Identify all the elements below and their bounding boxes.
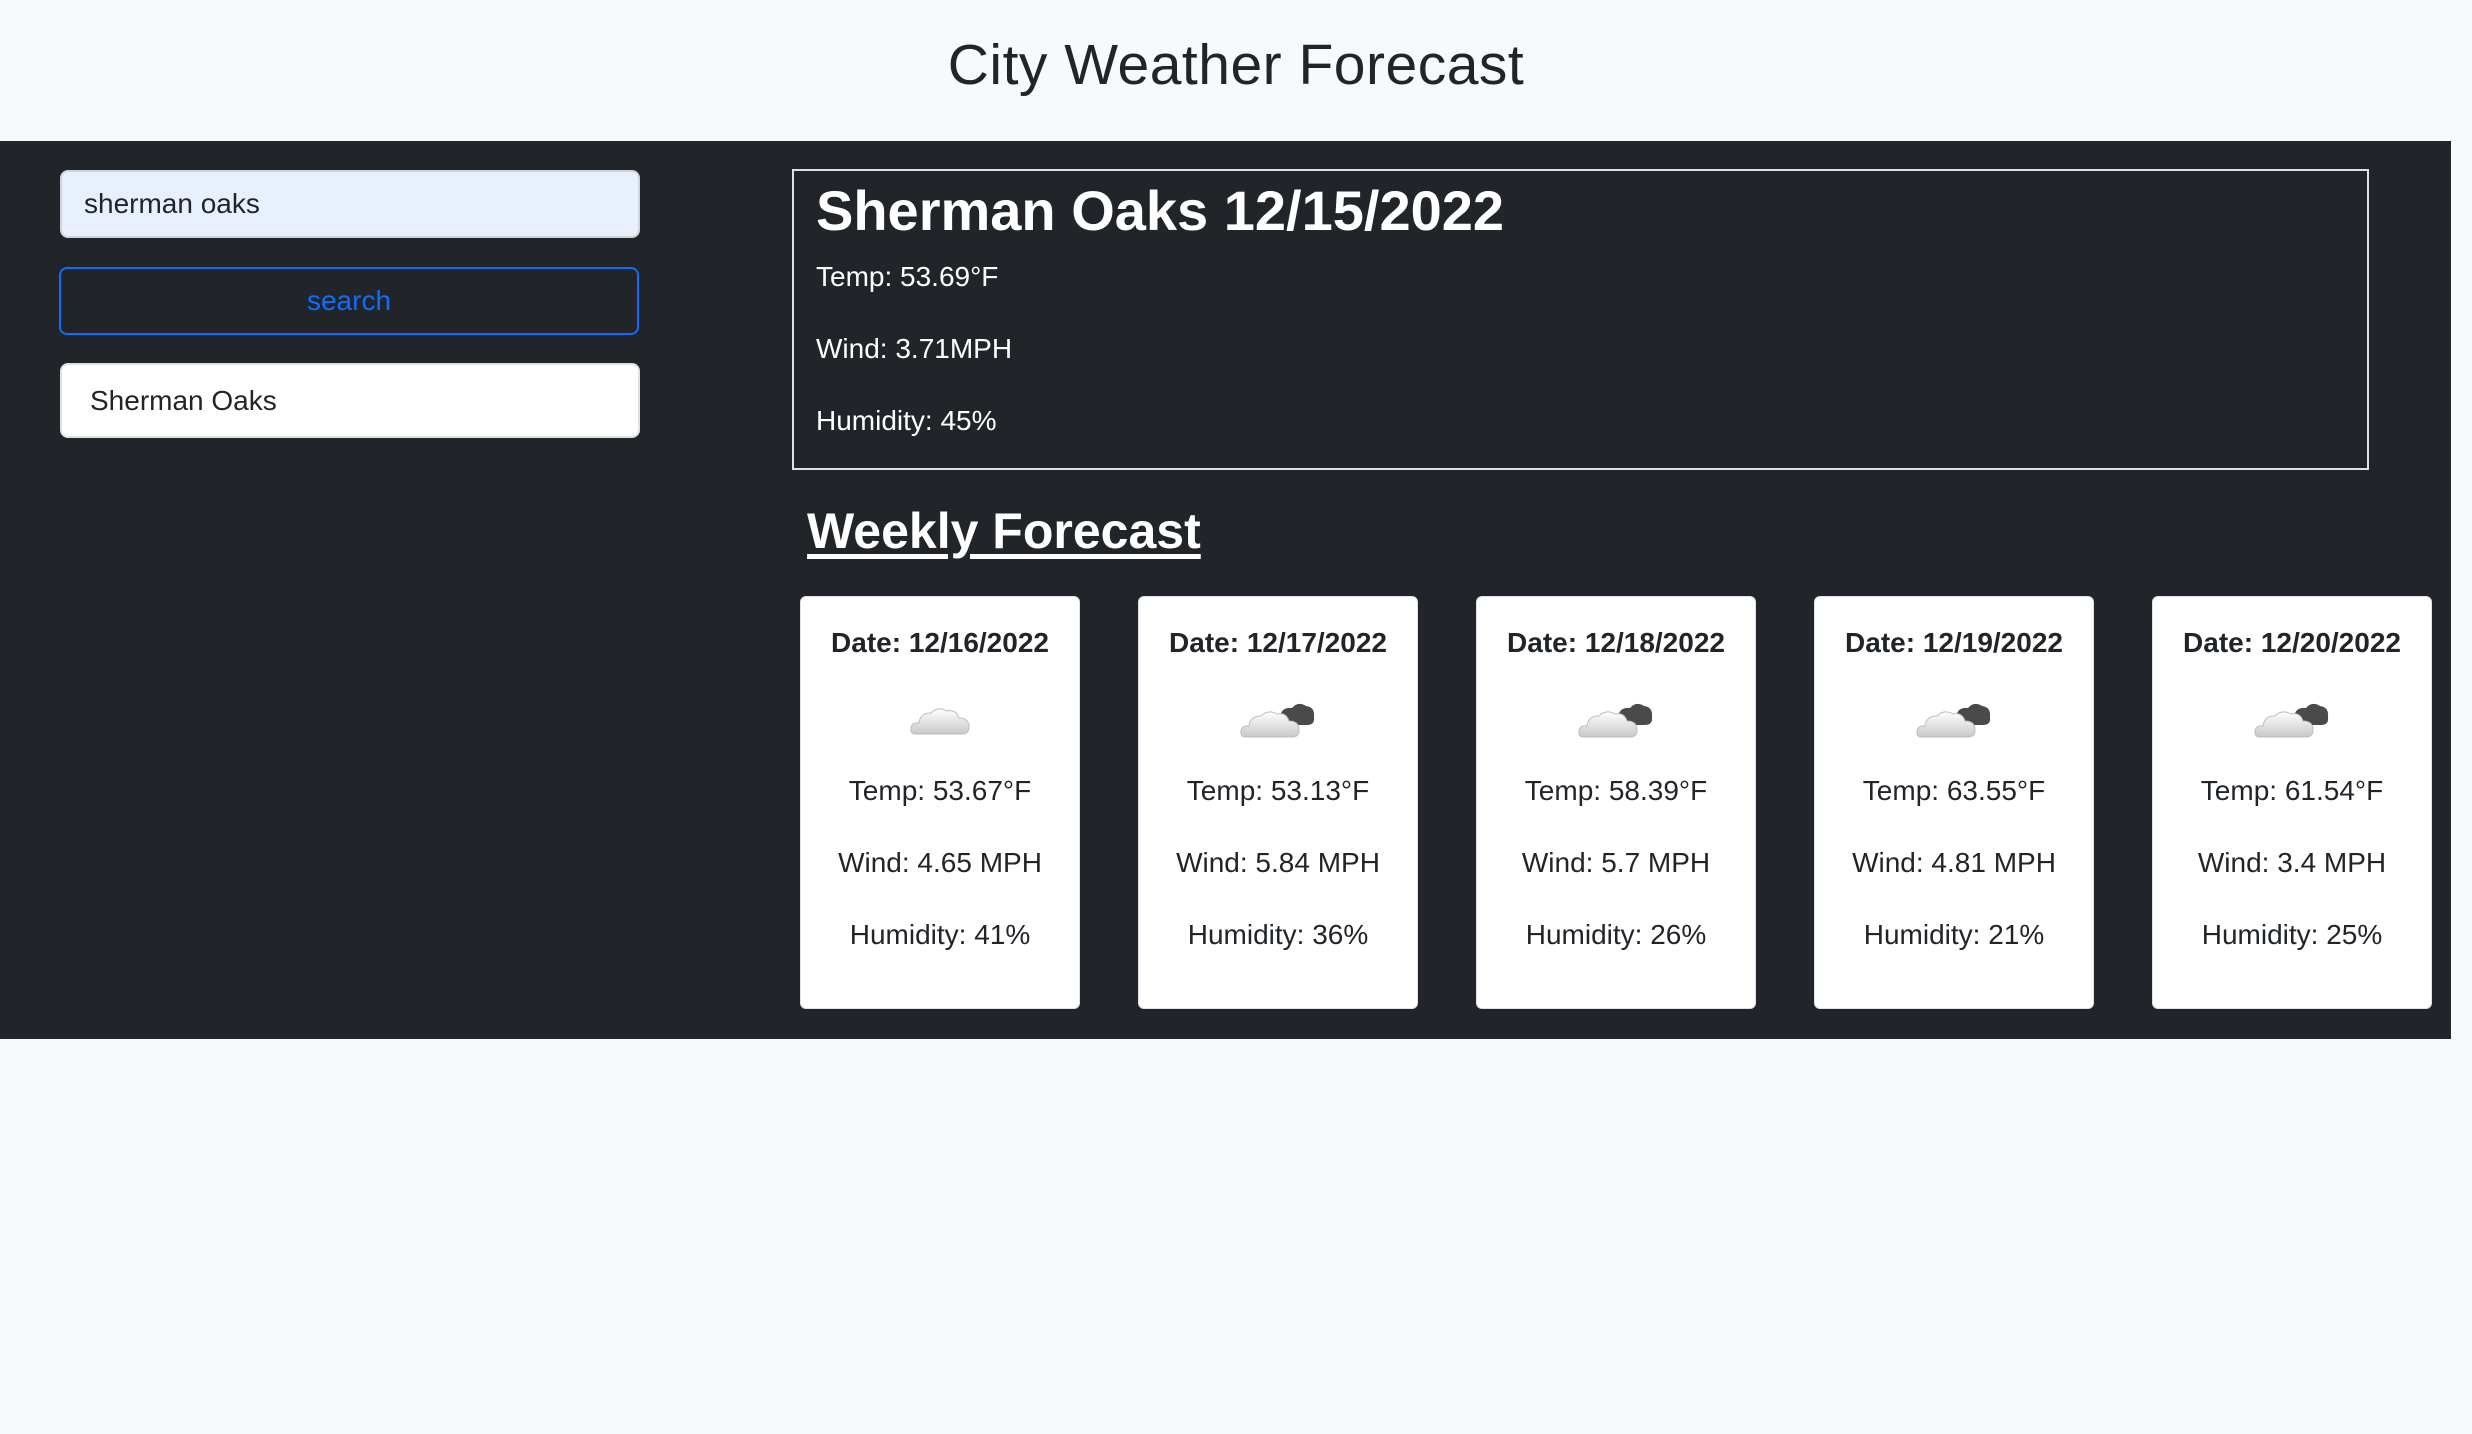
page-header: City Weather Forecast — [0, 0, 2472, 141]
forecast-wind: Wind: 4.65 MPH — [838, 847, 1042, 878]
forecast-humidity: Humidity: 41% — [849, 919, 1031, 950]
forecast-date: Date: 12/19/2022 — [1845, 627, 2063, 658]
forecast-wind: Wind: 5.7 MPH — [1521, 847, 1711, 878]
weekly-forecast-title: Weekly Forecast — [807, 503, 1201, 559]
forecast-humidity: Humidity: 21% — [1863, 919, 2045, 950]
current-humidity: Humidity: 45% — [816, 405, 997, 437]
forecast-date: Date: 12/17/2022 — [1169, 627, 1387, 658]
forecast-date: Date: 12/16/2022 — [831, 627, 1049, 658]
forecast-date: Date: 12/18/2022 — [1507, 627, 1725, 658]
forecast-card: Date: 12/18/2022 Temp: 58.39°F Wind: 5.7… — [1476, 596, 1756, 1009]
forecast-temp: Temp: 63.55°F — [1862, 775, 2046, 806]
forecast-wind: Wind: 4.81 MPH — [1852, 847, 2056, 878]
forecast-card: Date: 12/20/2022 Temp: 61.54°F Wind: 3.4… — [2152, 596, 2432, 1009]
main-panel: search Sherman Oaks Sherman Oaks 12/15/2… — [0, 141, 2451, 1039]
city-search-input[interactable] — [60, 170, 640, 238]
forecast-card: Date: 12/19/2022 Temp: 63.55°F Wind: 4.8… — [1814, 596, 2094, 1009]
forecast-temp: Temp: 53.13°F — [1186, 775, 1370, 806]
page-title: City Weather Forecast — [947, 32, 1525, 97]
forecast-temp: Temp: 53.67°F — [848, 775, 1032, 806]
forecast-row: Date: 12/16/2022 Temp: 53.67°F Wind: 4.6… — [800, 596, 2432, 1009]
forecast-wind: Wind: 5.84 MPH — [1176, 847, 1380, 878]
forecast-date: Date: 12/20/2022 — [2183, 627, 2401, 658]
forecast-wind: Wind: 3.4 MPH — [2197, 847, 2387, 878]
current-city-date: Sherman Oaks 12/15/2022 — [816, 179, 1505, 242]
broken-clouds-icon — [1240, 691, 1316, 749]
broken-clouds-icon — [1578, 691, 1654, 749]
forecast-card: Date: 12/16/2022 Temp: 53.67°F Wind: 4.6… — [800, 596, 1080, 1009]
current-temp: Temp: 53.69°F — [816, 261, 999, 293]
search-button[interactable]: search — [59, 267, 639, 335]
forecast-humidity: Humidity: 36% — [1187, 919, 1369, 950]
current-weather-box: Sherman Oaks 12/15/2022 Temp: 53.69°F Wi… — [792, 169, 2369, 470]
forecast-card: Date: 12/17/2022 Temp: 53.13°F Wind: 5.8… — [1138, 596, 1418, 1009]
forecast-temp: Temp: 58.39°F — [1524, 775, 1708, 806]
cloud-icon — [908, 691, 972, 749]
broken-clouds-icon — [1916, 691, 1992, 749]
forecast-humidity: Humidity: 25% — [2201, 919, 2383, 950]
broken-clouds-icon — [2254, 691, 2330, 749]
history-item-sherman-oaks[interactable]: Sherman Oaks — [60, 363, 640, 438]
forecast-temp: Temp: 61.54°F — [2200, 775, 2384, 806]
forecast-humidity: Humidity: 26% — [1525, 919, 1707, 950]
current-wind: Wind: 3.71MPH — [816, 333, 1013, 365]
